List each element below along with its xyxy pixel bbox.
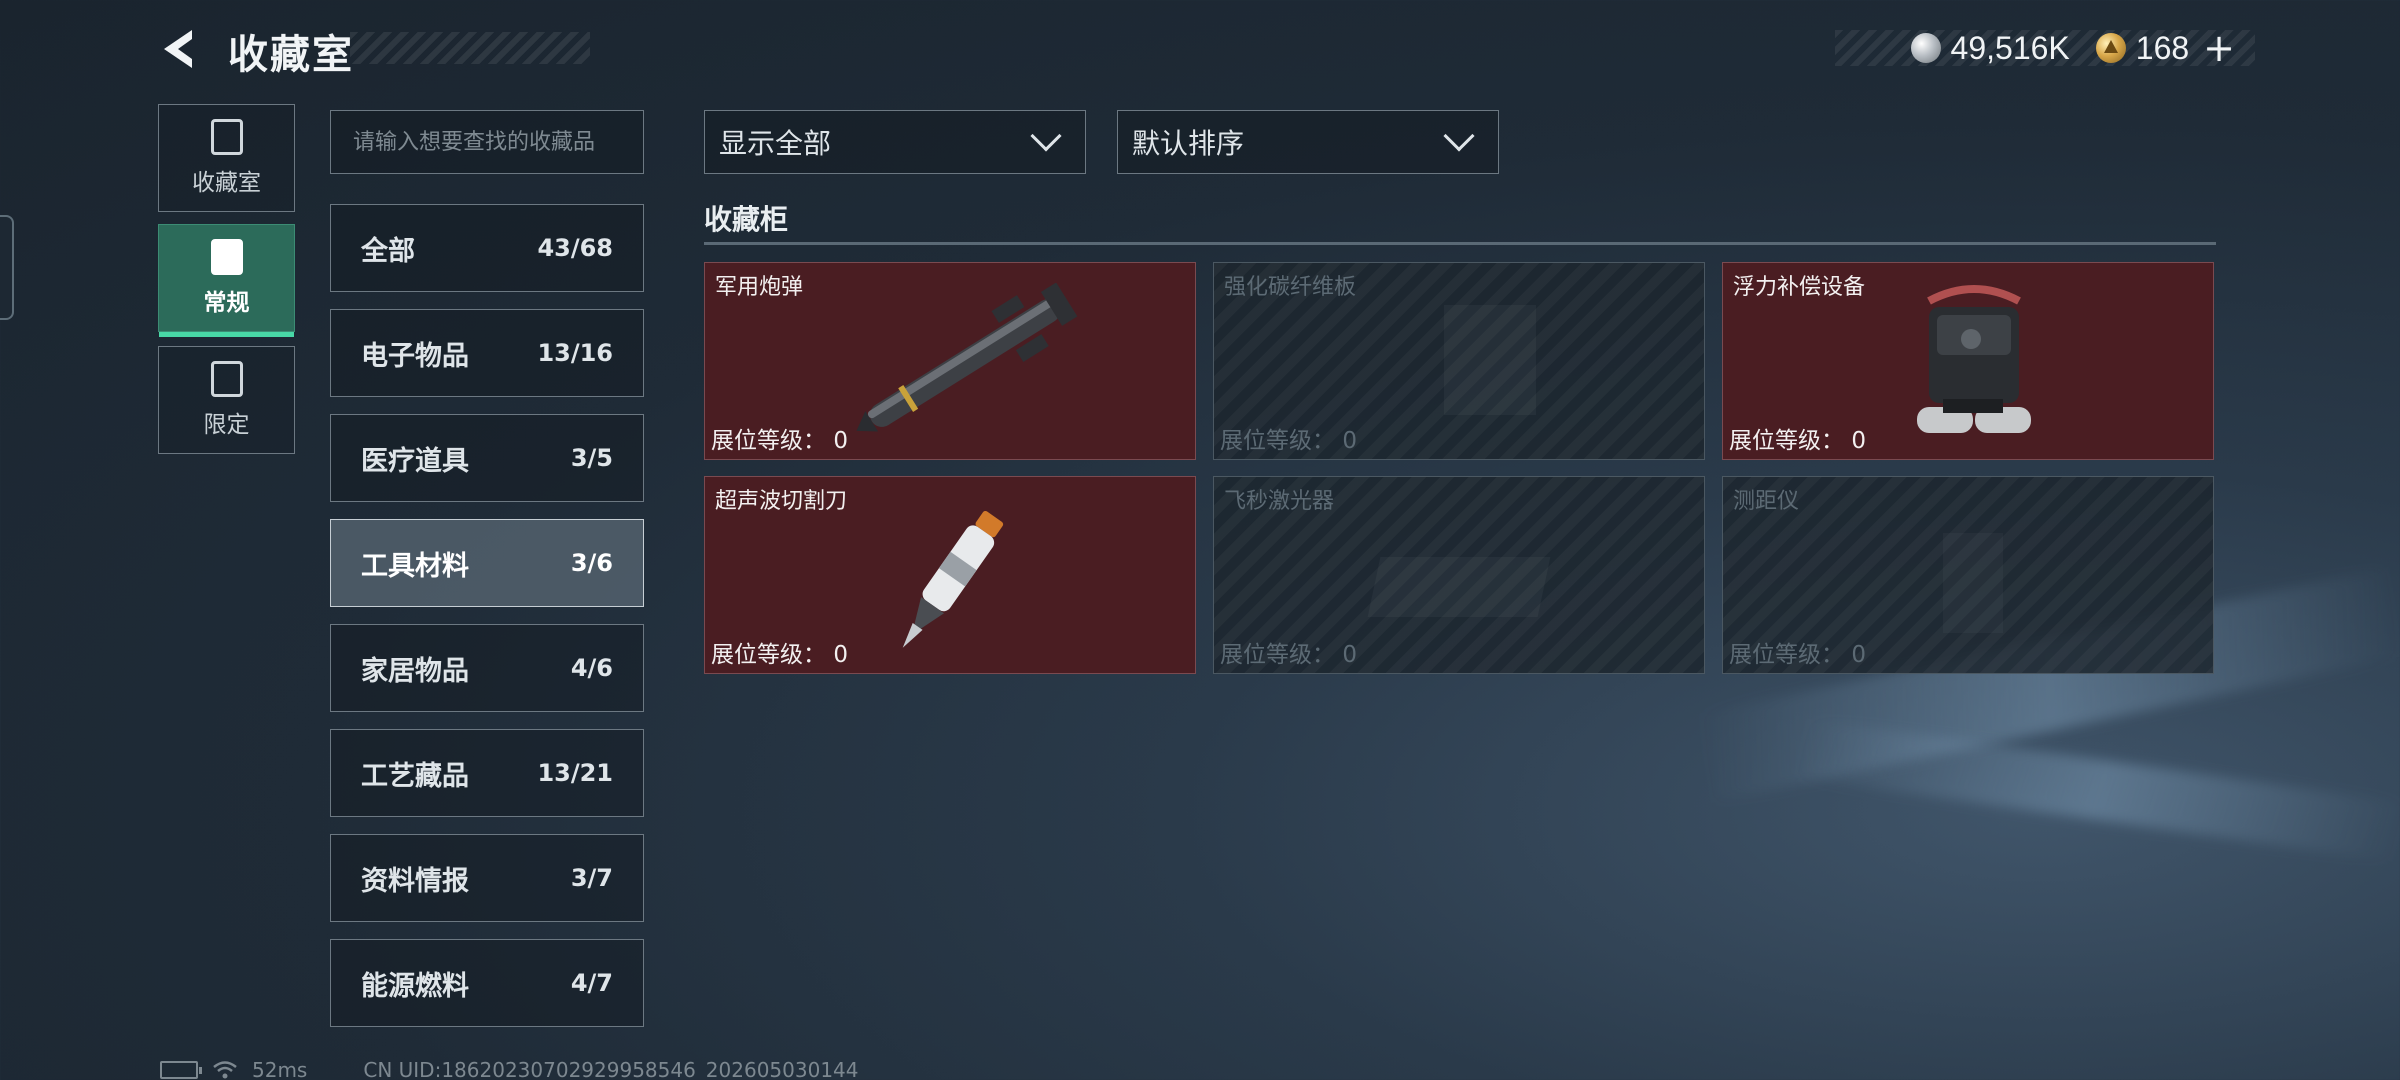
limited-icon bbox=[210, 361, 243, 397]
category-count: 43/68 bbox=[537, 234, 613, 262]
sort-dropdown[interactable]: 默认排序 bbox=[1117, 110, 1499, 174]
item-card-artillery-shell[interactable]: 军用炮弹 展位等级： 0 bbox=[704, 262, 1196, 460]
battery-icon bbox=[160, 1061, 202, 1079]
section-title: 收藏柜 bbox=[704, 203, 789, 236]
background-light-streak bbox=[1798, 718, 2400, 862]
category-crafts[interactable]: 工艺藏品 13/21 bbox=[330, 729, 644, 817]
category-intel[interactable]: 资料情报 3/7 bbox=[330, 834, 644, 922]
item-level: 展位等级： 0 bbox=[1220, 642, 1357, 668]
search-input[interactable] bbox=[330, 110, 644, 174]
regular-icon bbox=[210, 239, 243, 275]
carbon-fiber-plate-icon bbox=[1444, 305, 1536, 415]
item-name: 强化碳纤维板 bbox=[1224, 275, 1357, 300]
chevron-down-icon bbox=[1030, 120, 1062, 152]
sort-value: 默认排序 bbox=[1132, 127, 1245, 160]
femtosecond-laser-icon bbox=[1367, 557, 1551, 617]
item-card-rangefinder[interactable]: 测距仪 展位等级： 0 bbox=[1722, 476, 2214, 674]
item-card-buoyancy-device[interactable]: 浮力补偿设备 展位等级： 0 bbox=[1722, 262, 2214, 460]
title-decoration bbox=[350, 32, 590, 64]
add-currency-button[interactable]: + bbox=[2203, 29, 2235, 67]
silver-coin-icon bbox=[1910, 33, 1941, 63]
wifi-icon bbox=[213, 1061, 237, 1079]
tab-label: 限定 bbox=[203, 412, 250, 438]
section-divider bbox=[704, 242, 2216, 245]
side-drawer-handle[interactable] bbox=[0, 215, 14, 320]
item-name: 超声波切割刀 bbox=[715, 489, 848, 514]
user-uid: CN UID:18620230702929958546_202605030144 bbox=[363, 1058, 859, 1080]
category-all[interactable]: 全部 43/68 bbox=[330, 204, 644, 292]
rangefinder-icon bbox=[1943, 533, 2003, 633]
collection-icon bbox=[210, 119, 243, 155]
tab-collection-room[interactable]: 收藏室 bbox=[158, 104, 295, 212]
item-name: 军用炮弹 bbox=[715, 275, 804, 300]
category-count: 4/6 bbox=[570, 654, 613, 682]
item-name: 测距仪 bbox=[1733, 489, 1800, 514]
item-card-femtosecond-laser[interactable]: 飞秒激光器 展位等级： 0 bbox=[1213, 476, 1705, 674]
chevron-down-icon bbox=[1443, 120, 1475, 152]
page-title: 收藏室 bbox=[228, 32, 354, 78]
item-name: 飞秒激光器 bbox=[1224, 489, 1335, 514]
category-household[interactable]: 家居物品 4/6 bbox=[330, 624, 644, 712]
ping-value: 52ms bbox=[252, 1058, 308, 1080]
tab-label: 收藏室 bbox=[192, 170, 261, 196]
display-filter-value: 显示全部 bbox=[719, 127, 832, 160]
category-name: 资料情报 bbox=[361, 865, 469, 897]
item-card-carbon-fiber-plate[interactable]: 强化碳纤维板 展位等级： 0 bbox=[1213, 262, 1705, 460]
category-name: 家居物品 bbox=[361, 655, 469, 687]
item-level: 展位等级： 0 bbox=[1729, 642, 1866, 668]
category-medical[interactable]: 医疗道具 3/5 bbox=[330, 414, 644, 502]
item-name: 浮力补偿设备 bbox=[1733, 275, 1866, 300]
back-arrow-icon bbox=[164, 30, 192, 68]
gold-coin-icon bbox=[2095, 33, 2126, 63]
category-tools[interactable]: 工具材料 3/6 bbox=[330, 519, 644, 607]
tab-label: 常规 bbox=[203, 290, 250, 316]
category-count: 4/7 bbox=[570, 969, 613, 997]
tab-regular[interactable]: 常规 bbox=[158, 224, 295, 337]
silver-currency-value: 49,516K bbox=[1950, 29, 2070, 66]
category-energy[interactable]: 能源燃料 4/7 bbox=[330, 939, 644, 1027]
category-name: 工具材料 bbox=[361, 550, 469, 582]
back-button[interactable] bbox=[158, 26, 204, 72]
category-count: 3/7 bbox=[570, 864, 613, 892]
item-level: 展位等级： 0 bbox=[711, 642, 848, 668]
artillery-shell-icon bbox=[856, 283, 1078, 432]
category-count: 13/16 bbox=[537, 339, 613, 367]
category-count: 13/21 bbox=[537, 759, 613, 787]
display-filter-dropdown[interactable]: 显示全部 bbox=[704, 110, 1086, 174]
ultrasonic-cutter-icon bbox=[902, 511, 1004, 648]
category-name: 电子物品 bbox=[361, 340, 469, 372]
category-count: 3/5 bbox=[570, 444, 613, 472]
category-electronics[interactable]: 电子物品 13/16 bbox=[330, 309, 644, 397]
category-count: 3/6 bbox=[570, 549, 613, 577]
category-name: 能源燃料 bbox=[361, 970, 469, 1002]
tab-limited[interactable]: 限定 bbox=[158, 346, 295, 454]
item-level: 展位等级： 0 bbox=[711, 428, 848, 454]
buoyancy-device-icon bbox=[1917, 285, 2031, 433]
item-level: 展位等级： 0 bbox=[1729, 428, 1866, 454]
currency-bar: 49,516K 168 + bbox=[1835, 29, 2255, 67]
category-name: 工艺藏品 bbox=[361, 760, 469, 792]
gold-currency-value: 168 bbox=[2135, 29, 2190, 66]
item-card-ultrasonic-cutter[interactable]: 超声波切割刀 展位等级： 0 bbox=[704, 476, 1196, 674]
item-level: 展位等级： 0 bbox=[1220, 428, 1357, 454]
category-name: 全部 bbox=[361, 235, 415, 267]
status-footer: 52ms CN UID:18620230702929958546_2026050… bbox=[160, 1058, 859, 1080]
category-name: 医疗道具 bbox=[361, 445, 469, 477]
